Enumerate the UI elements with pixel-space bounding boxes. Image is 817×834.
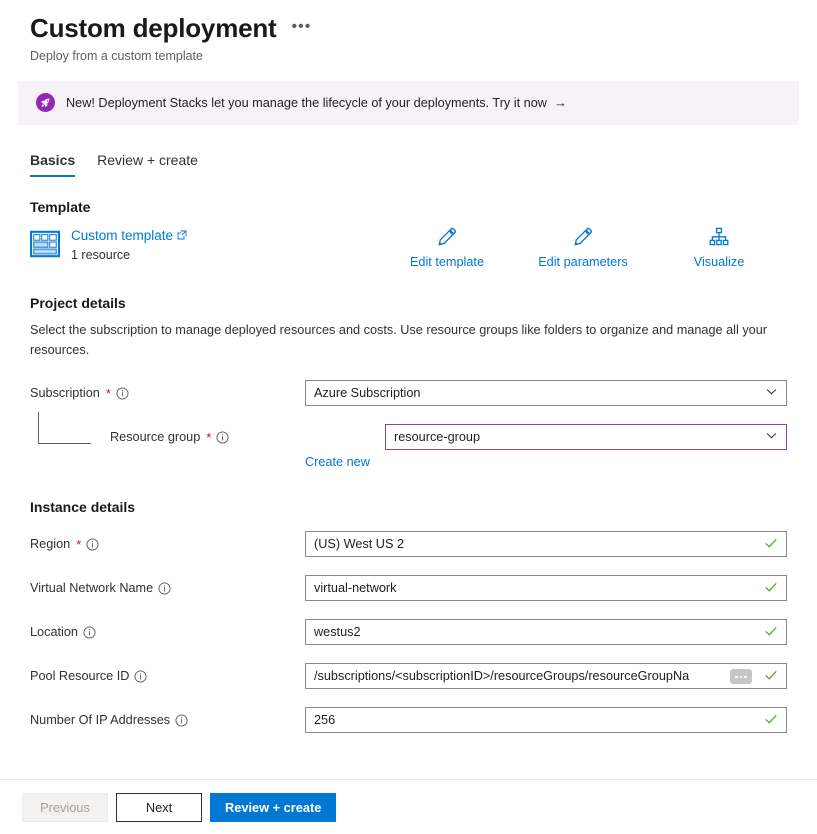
title-row: Custom deployment •••: [30, 14, 817, 44]
subscription-dropdown[interactable]: Azure Subscription: [305, 380, 787, 406]
hierarchy-icon: [709, 227, 729, 252]
resource-group-dropdown[interactable]: resource-group: [385, 424, 787, 450]
arrow-right-icon: →: [554, 95, 567, 110]
subscription-value: Azure Subscription: [314, 386, 759, 400]
info-icon[interactable]: [175, 714, 188, 727]
template-text-block: Custom template 1 resource: [71, 227, 187, 262]
virtual-network-name-label: Virtual Network Name: [30, 581, 153, 595]
valid-check-icon: [764, 712, 778, 729]
previous-button[interactable]: Previous: [22, 793, 108, 822]
edit-template-button[interactable]: Edit template: [379, 227, 515, 269]
tab-basics[interactable]: Basics: [30, 152, 75, 177]
virtual-network-name-label-group: Virtual Network Name: [30, 581, 305, 595]
region-label: Region: [30, 537, 70, 551]
edit-template-label: Edit template: [410, 255, 484, 269]
wizard-footer: Previous Next Review + create: [0, 779, 817, 834]
edit-parameters-button[interactable]: Edit parameters: [515, 227, 651, 269]
pool-resource-id-label-group: Pool Resource ID: [30, 669, 305, 683]
number-of-ip-addresses-row: Number Of IP Addresses 256: [30, 707, 787, 733]
region-value: (US) West US 2: [314, 537, 758, 551]
page-subtitle: Deploy from a custom template: [30, 49, 817, 63]
required-marker: *: [106, 387, 111, 400]
template-info: Custom template 1 resource: [30, 227, 379, 264]
template-section-title: Template: [30, 199, 787, 215]
info-icon[interactable]: [86, 538, 99, 551]
banner-text: New! Deployment Stacks let you manage th…: [66, 96, 547, 110]
visualize-label: Visualize: [694, 255, 745, 269]
valid-check-icon: [764, 668, 778, 685]
region-label-group: Region *: [30, 537, 305, 551]
number-of-ip-addresses-input[interactable]: 256: [305, 707, 787, 733]
subscription-row: Subscription * Azure Subscription: [30, 380, 787, 406]
virtual-network-name-input[interactable]: virtual-network: [305, 575, 787, 601]
info-icon[interactable]: [134, 670, 147, 683]
region-row: Region * (US) West US 2: [30, 531, 787, 557]
rocket-icon: [36, 93, 55, 112]
next-button[interactable]: Next: [116, 793, 202, 822]
location-label-group: Location: [30, 625, 305, 639]
template-resource-count: 1 resource: [71, 248, 187, 262]
number-of-ip-addresses-label-group: Number Of IP Addresses: [30, 713, 305, 727]
pencil-icon: [437, 227, 457, 252]
pool-resource-id-label: Pool Resource ID: [30, 669, 129, 683]
region-input[interactable]: (US) West US 2: [305, 531, 787, 557]
location-row: Location westus2: [30, 619, 787, 645]
resource-group-row: Resource group * resource-group: [30, 424, 787, 450]
resource-group-value: resource-group: [394, 430, 759, 444]
template-summary-row: Custom template 1 resource: [30, 227, 787, 273]
pool-resource-id-input[interactable]: /subscriptions/<subscriptionID>/resource…: [305, 663, 787, 689]
project-details-title: Project details: [30, 295, 787, 311]
review-create-button[interactable]: Review + create: [210, 793, 336, 822]
more-options-icon[interactable]: •••: [289, 15, 315, 43]
required-marker: *: [206, 431, 211, 444]
chevron-down-icon: [765, 429, 778, 445]
subscription-label-group: Subscription *: [30, 386, 305, 400]
project-details-description: Select the subscription to manage deploy…: [30, 321, 770, 360]
valid-check-icon: [764, 624, 778, 641]
wizard-tabs: Basics Review + create: [0, 152, 817, 177]
pool-resource-id-value: /subscriptions/<subscriptionID>/resource…: [314, 669, 758, 683]
subscription-label: Subscription: [30, 386, 100, 400]
page-header: Custom deployment ••• Deploy from a cust…: [0, 0, 817, 63]
tree-connector: [38, 412, 91, 444]
custom-template-link[interactable]: Custom template: [71, 228, 187, 243]
template-actions: Edit template Edit parameters: [379, 227, 787, 269]
location-input[interactable]: westus2: [305, 619, 787, 645]
page-title: Custom deployment: [30, 14, 277, 44]
edit-parameters-label: Edit parameters: [538, 255, 628, 269]
resource-group-label: Resource group: [110, 430, 200, 444]
visualize-button[interactable]: Visualize: [651, 227, 787, 269]
pencil-icon: [573, 227, 593, 252]
instance-details-title: Instance details: [30, 499, 787, 515]
resource-group-label-group: Resource group *: [30, 430, 385, 444]
custom-template-link-label: Custom template: [71, 228, 173, 243]
create-new-resource-group-link[interactable]: Create new: [305, 455, 370, 469]
external-link-icon: [177, 228, 187, 243]
pool-resource-id-row: Pool Resource ID /subscriptions/<subscri…: [30, 663, 787, 689]
location-label: Location: [30, 625, 78, 639]
info-icon[interactable]: [158, 582, 171, 595]
info-icon[interactable]: [116, 387, 129, 400]
valid-check-icon: [764, 536, 778, 553]
valid-check-icon: [764, 580, 778, 597]
virtual-network-name-value: virtual-network: [314, 581, 758, 595]
location-value: westus2: [314, 625, 758, 639]
virtual-network-name-row: Virtual Network Name virtual-network: [30, 575, 787, 601]
deployment-stacks-banner[interactable]: New! Deployment Stacks let you manage th…: [18, 81, 799, 125]
required-marker: *: [76, 538, 81, 551]
tab-review-create[interactable]: Review + create: [97, 152, 198, 177]
info-icon[interactable]: [83, 626, 96, 639]
number-of-ip-addresses-value: 256: [314, 713, 758, 727]
text-overflow-indicator: [730, 669, 752, 684]
template-grid-icon: [30, 229, 60, 264]
chevron-down-icon: [765, 385, 778, 401]
number-of-ip-addresses-label: Number Of IP Addresses: [30, 713, 170, 727]
info-icon[interactable]: [216, 431, 229, 444]
